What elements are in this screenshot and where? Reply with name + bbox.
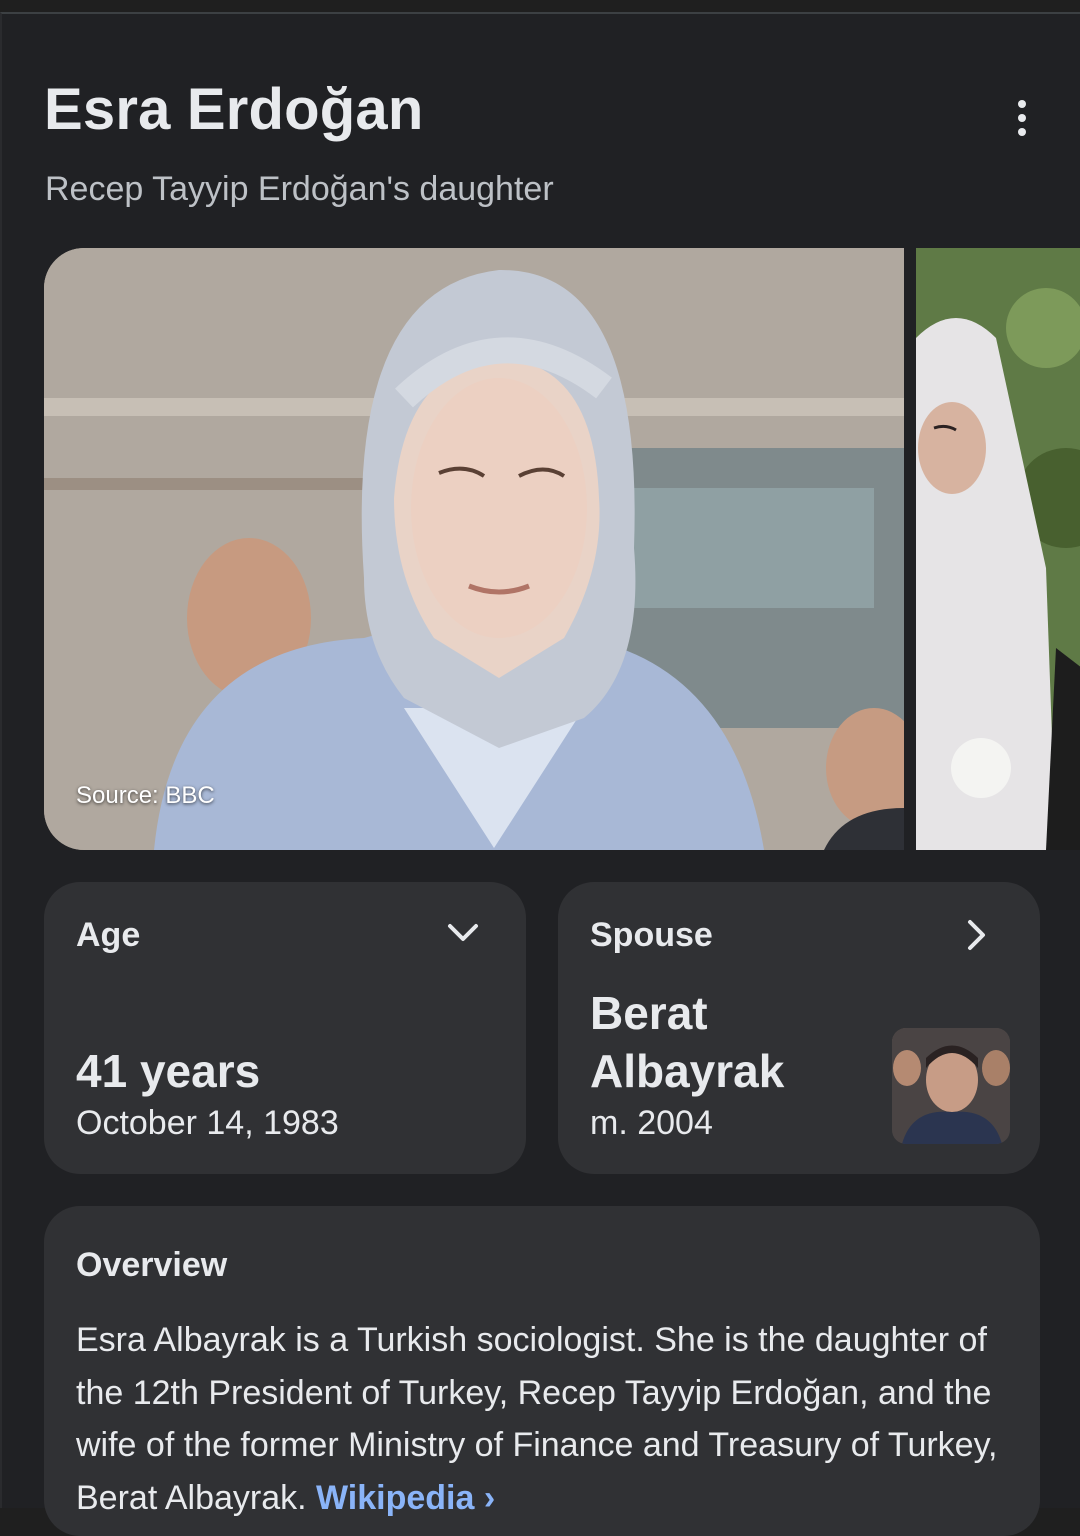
chevron-down-icon[interactable] [446,922,480,944]
birth-date: October 14, 1983 [76,1104,339,1142]
spouse-card[interactable]: Spouse Berat Albayrak m. 2004 [558,882,1040,1174]
overview-label: Overview [76,1246,228,1284]
age-card[interactable]: Age 41 years October 14, 1983 [44,882,526,1174]
overview-card: Overview Esra Albayrak is a Turkish soci… [44,1206,1040,1536]
overview-text: Esra Albayrak is a Turkish sociologist. … [76,1314,1016,1524]
wikipedia-link[interactable]: Wikipedia › [316,1479,495,1517]
main-photo[interactable]: Source: BBC [44,248,904,850]
overview-description: Esra Albayrak is a Turkish sociologist. … [76,1321,998,1517]
spouse-name[interactable]: Berat Albayrak [590,984,850,1100]
chevron-right-icon[interactable] [966,918,988,952]
spouse-label: Spouse [590,916,713,954]
age-value: 41 years [76,1045,261,1097]
wedding-photo-illustration [916,248,1080,850]
page-subtitle: Recep Tayyip Erdoğan's daughter [45,170,554,208]
second-photo[interactable] [916,248,1080,850]
portrait-illustration [44,248,904,850]
age-label: Age [76,916,141,954]
knowledge-panel: Esra Erdoğan Recep Tayyip Erdoğan's daug… [0,12,1080,1536]
spouse-photo-illustration [892,1028,1010,1144]
marriage-year: m. 2004 [590,1104,713,1142]
spouse-photo[interactable] [892,1028,1010,1144]
more-options-icon[interactable] [998,94,1046,142]
page-title: Esra Erdoğan [44,77,424,142]
image-source-label: Source: BBC [76,782,215,809]
image-carousel[interactable]: Source: BBC [44,248,1080,850]
